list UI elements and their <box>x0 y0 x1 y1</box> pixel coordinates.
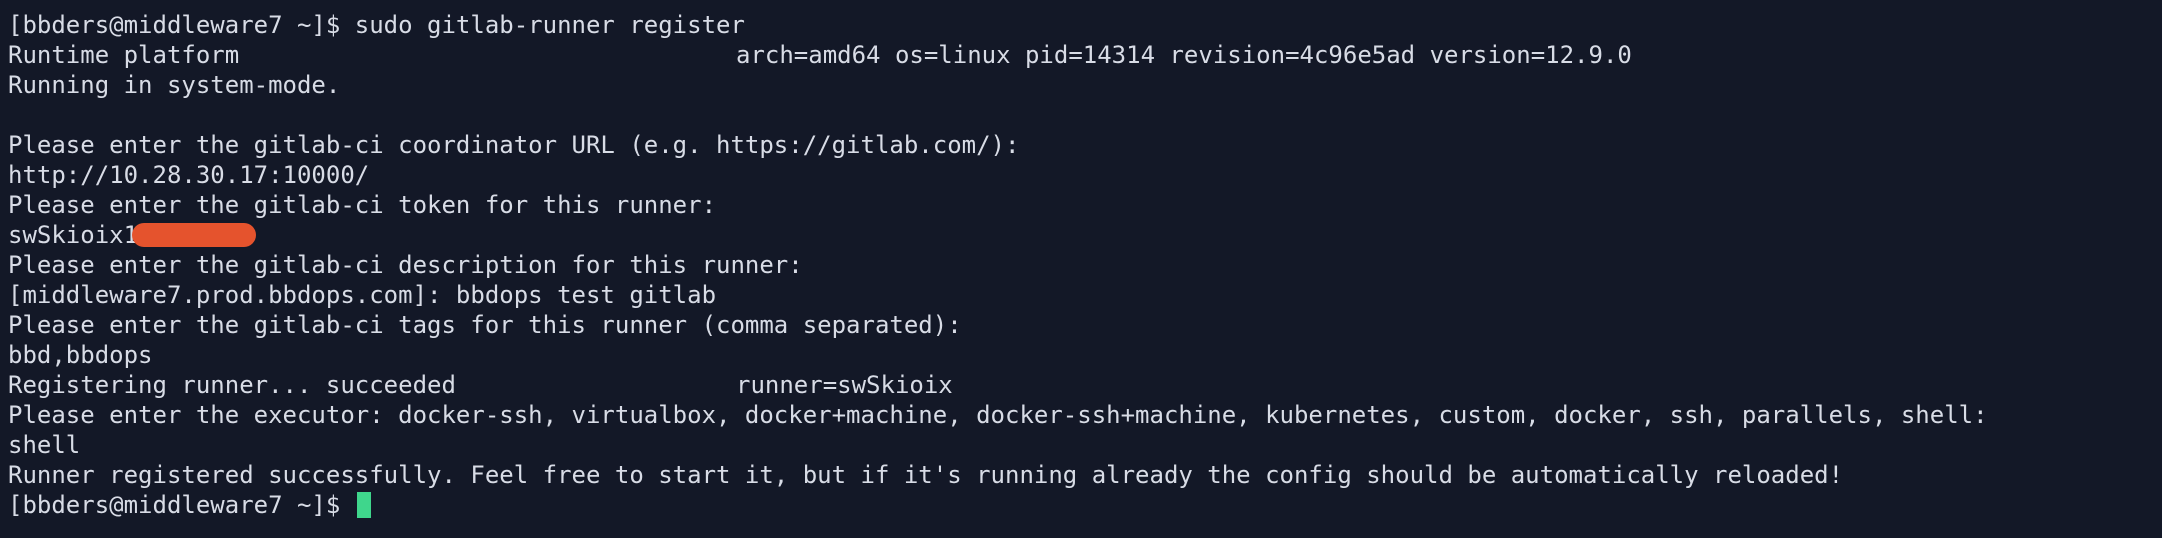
runtime-info: arch=amd64 os=linux pid=14314 revision=4… <box>736 41 1632 69</box>
terminal-line-registering: Registering runner... succeeded runner=sw… <box>8 370 2162 400</box>
terminal-line-token-question: Please enter the gitlab-ci token for thi… <box>8 191 717 219</box>
redaction-mark <box>132 223 257 247</box>
registering-status: Registering runner... succeeded <box>8 371 456 399</box>
terminal-line-executor-question: Please enter the executor: docker-ssh, v… <box>8 401 1988 429</box>
terminal-line-tags-question: Please enter the gitlab-ci tags for this… <box>8 311 962 339</box>
shell-prompt-final: [bbders@middleware7 ~]$ <box>8 491 355 519</box>
terminal-line-executor-answer: shell <box>8 431 81 459</box>
runner-id: runner=swSkioix <box>736 371 953 399</box>
terminal-line-url-answer: http://10.28.30.17:10000/ <box>8 161 370 189</box>
terminal-line-token-answer: swSkioix1 <box>8 220 2162 250</box>
terminal-line-mode: Running in system-mode. <box>8 71 341 99</box>
terminal-line-description-question: Please enter the gitlab-ci description f… <box>8 251 803 279</box>
terminal-line-tags-answer: bbd,bbdops <box>8 341 153 369</box>
terminal-line-final-prompt: [bbders@middleware7 ~]$ <box>8 490 2162 520</box>
terminal-window[interactable]: [bbders@middleware7 ~]$ sudo gitlab-runn… <box>0 0 2162 538</box>
runtime-label: Runtime platform <box>8 41 240 69</box>
terminal-line-url-question: Please enter the gitlab-ci coordinator U… <box>8 131 1020 159</box>
terminal-line-command: [bbders@middleware7 ~]$ sudo gitlab-runn… <box>8 10 2162 40</box>
shell-prompt: [bbders@middleware7 ~]$ <box>8 11 355 39</box>
cursor-block[interactable] <box>356 492 371 518</box>
terminal-line-success: Runner registered successfully. Feel fre… <box>8 461 1844 489</box>
token-visible-text: swSkioix1 <box>8 221 139 249</box>
terminal-line-runtime: Runtime platform arch=amd64 os=linux pid=… <box>8 40 2162 70</box>
terminal-line-description-answer: [middleware7.prod.bbdops.com]: bbdops te… <box>8 281 717 309</box>
command-text: sudo gitlab-runner register <box>354 11 745 39</box>
